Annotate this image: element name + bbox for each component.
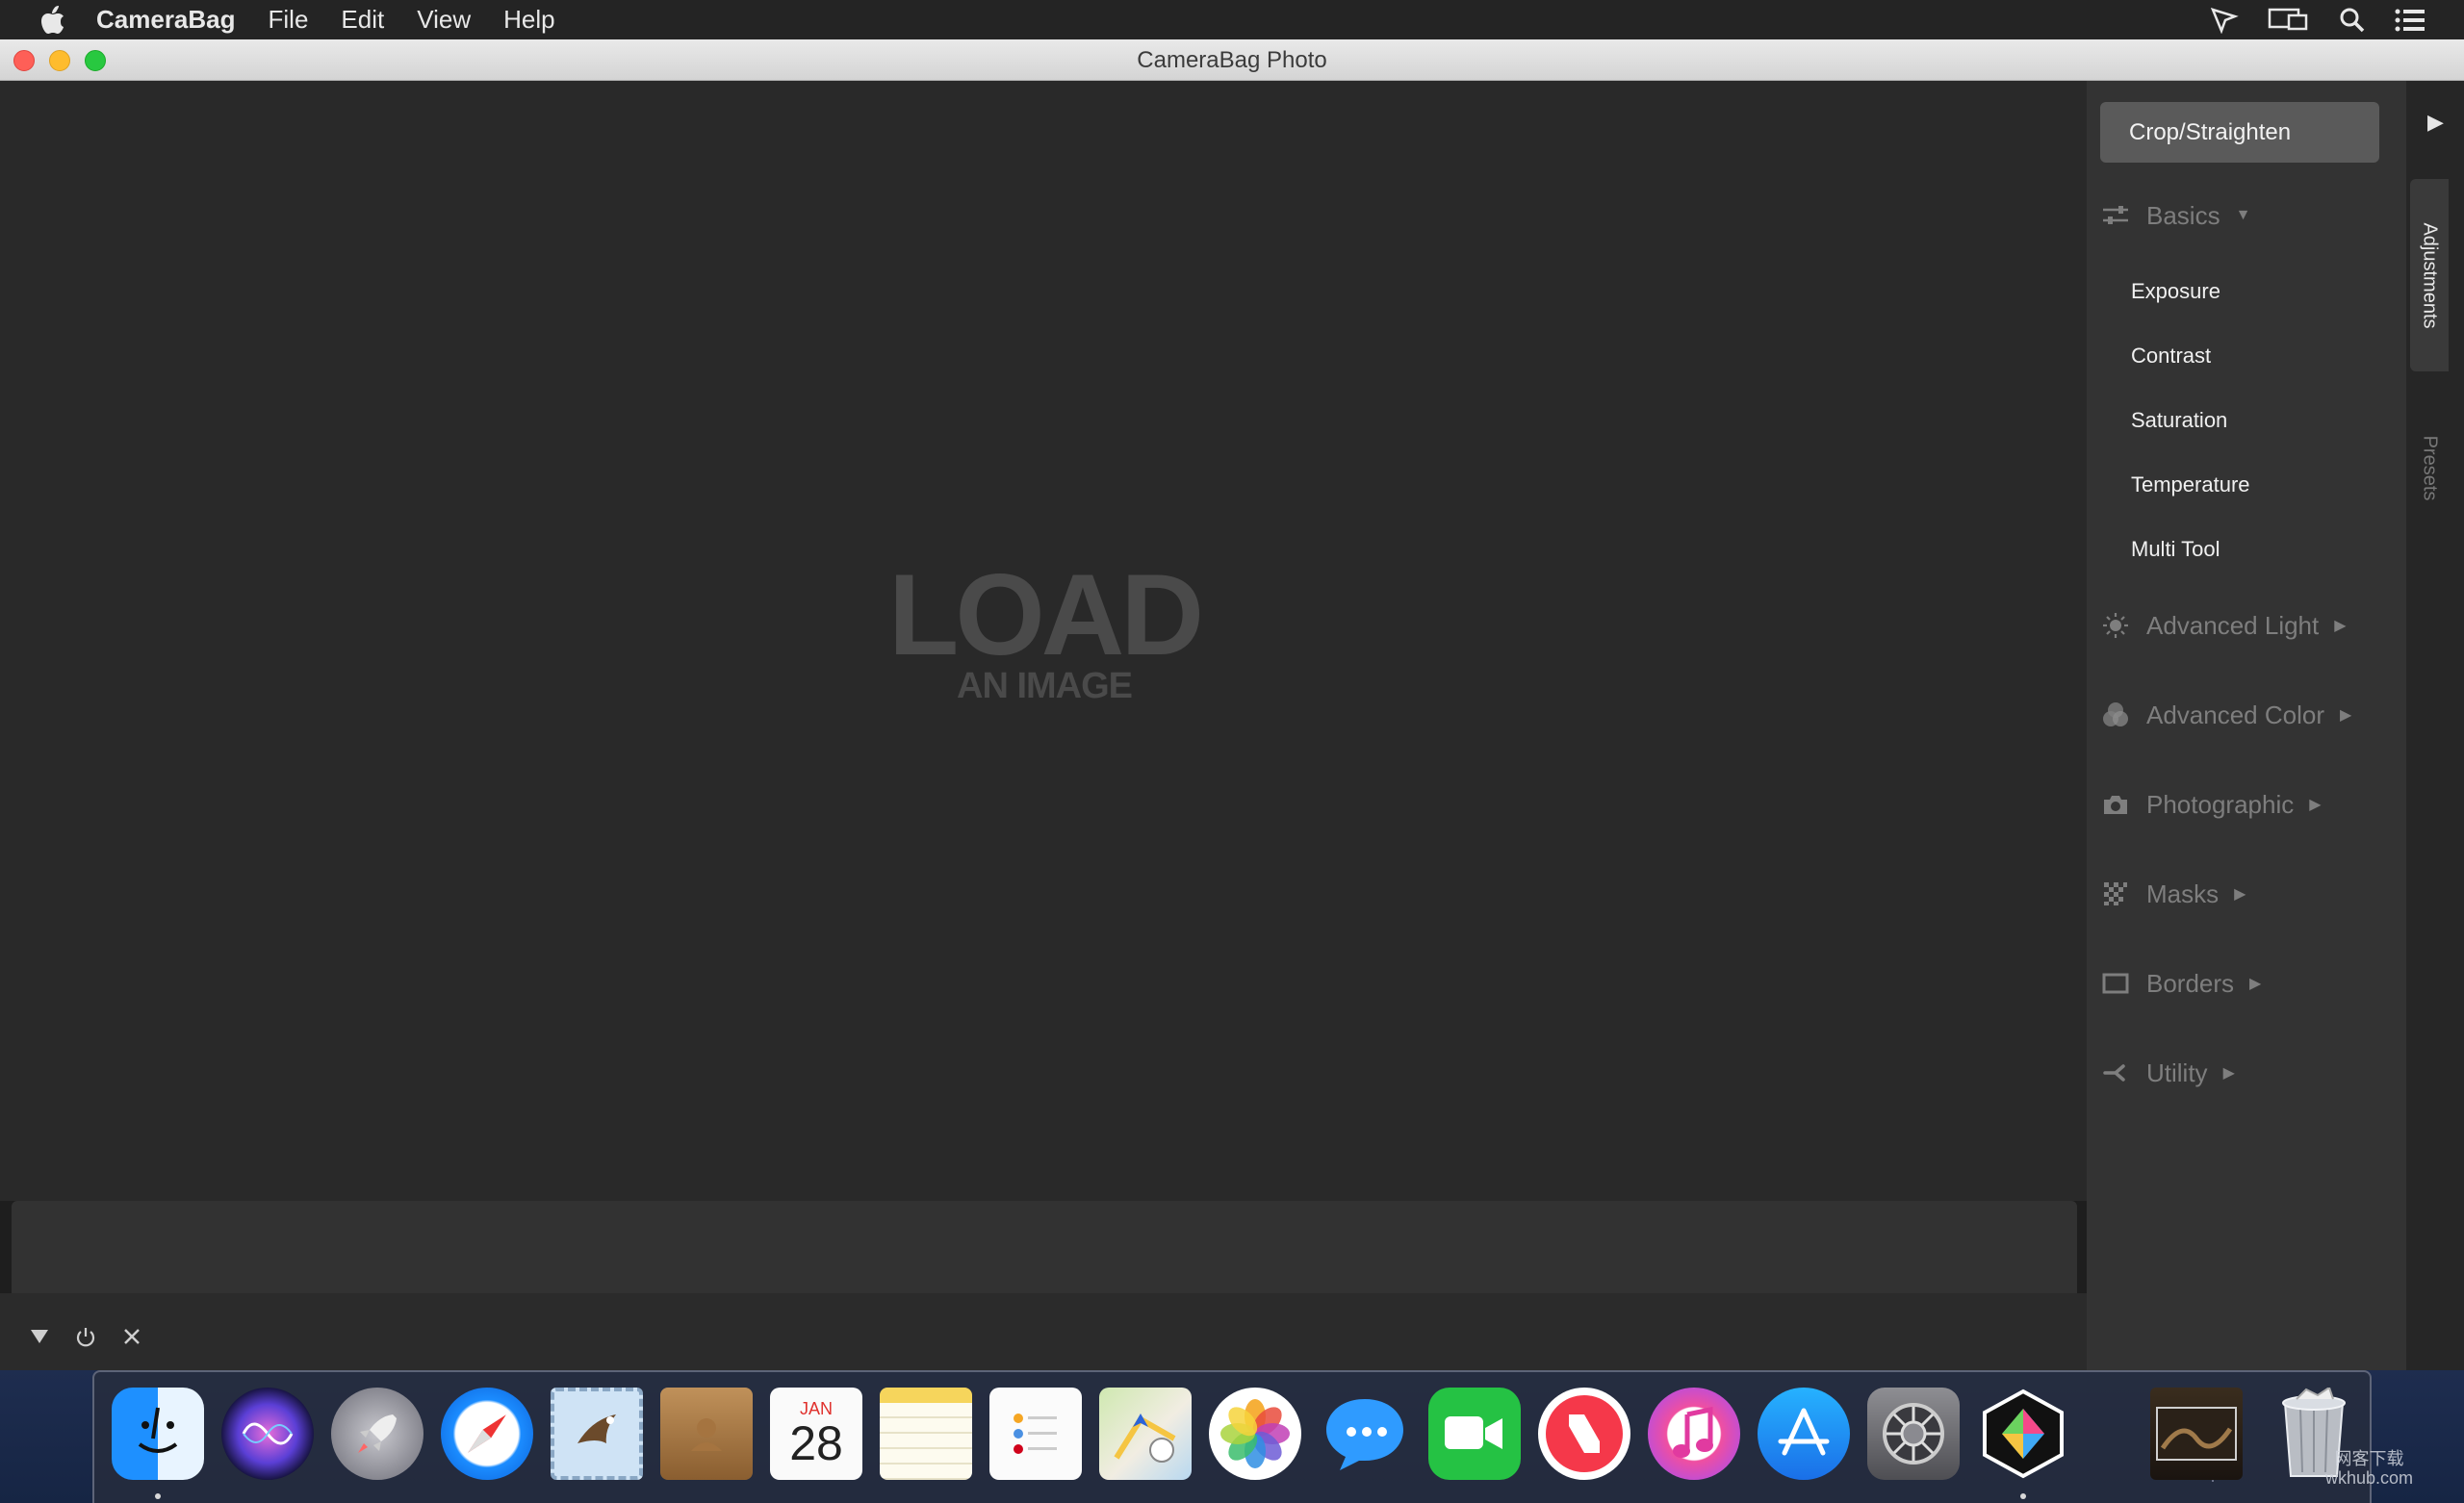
tab-presets[interactable]: Presets xyxy=(2410,400,2449,535)
system-preferences-gear-icon[interactable] xyxy=(1867,1388,1960,1480)
mail-stamp-icon[interactable] xyxy=(551,1388,643,1480)
menu-view[interactable]: View xyxy=(417,5,471,35)
filmstrip[interactable] xyxy=(12,1201,2077,1293)
section-photographic-label: Photographic xyxy=(2146,789,2295,819)
section-borders-label: Borders xyxy=(2146,968,2235,998)
side-tabs: ▶ Adjustments Presets xyxy=(2406,81,2464,1370)
chevron-right-icon: ▶ xyxy=(2222,1065,2235,1082)
camerabag-app-icon[interactable] xyxy=(1977,1388,2069,1480)
window-title: CameraBag Photo xyxy=(1137,47,1327,73)
load-text: LOAD xyxy=(888,550,1204,679)
basics-item-temperature[interactable]: Temperature xyxy=(2131,472,2250,497)
reminders-list-icon[interactable] xyxy=(989,1388,1082,1480)
basics-item-multi-tool[interactable]: Multi Tool xyxy=(2131,537,2220,562)
crop-straighten-button[interactable]: Crop/Straighten xyxy=(2100,102,2379,163)
window-title-bar[interactable]: CameraBag Photo xyxy=(0,39,2464,81)
border-frame-icon xyxy=(2102,970,2129,997)
camerabag-running-dot xyxy=(2020,1493,2026,1499)
chevron-right-icon: ▶ xyxy=(2309,797,2322,813)
image-canvas[interactable]: LOAD AN IMAGE xyxy=(0,81,2087,1201)
menu-file[interactable]: File xyxy=(269,5,309,35)
notes-icon[interactable] xyxy=(880,1388,972,1480)
tab-adjustments-label: Adjustments xyxy=(2419,221,2441,329)
chevron-right-icon: ▶ xyxy=(2234,886,2246,903)
section-advanced-color-label: Advanced Color xyxy=(2146,700,2324,729)
downloads-stack-icon[interactable] xyxy=(2150,1388,2243,1480)
camera-icon xyxy=(2102,791,2129,818)
launchpad-rocket-icon[interactable] xyxy=(331,1388,424,1480)
basics-item-exposure[interactable]: Exposure xyxy=(2131,279,2220,304)
sliders-icon xyxy=(2102,202,2129,229)
notification-center-icon[interactable] xyxy=(2395,8,2426,33)
calendar-icon[interactable]: JAN 28 xyxy=(770,1388,862,1480)
section-basics[interactable]: Basics ▼ xyxy=(2102,194,2250,237)
collapse-triangle-icon[interactable] xyxy=(27,1324,52,1349)
menu-edit[interactable]: Edit xyxy=(341,5,384,35)
chevron-right-icon: ▶ xyxy=(2249,976,2262,992)
adjustments-panel: Crop/Straighten Basics ▼ Exposure Contra… xyxy=(2087,81,2406,1370)
calendar-day: 28 xyxy=(789,1416,843,1470)
load-image-prompt[interactable]: LOAD AN IMAGE xyxy=(886,550,1204,704)
color-circles-icon xyxy=(2102,701,2129,728)
section-advanced-light[interactable]: Advanced Light ▶ xyxy=(2102,604,2347,647)
menu-bar: CameraBag File Edit View Help xyxy=(0,0,2464,39)
section-masks-label: Masks xyxy=(2146,879,2220,908)
facetime-video-icon[interactable] xyxy=(1428,1388,1521,1480)
section-basics-label: Basics xyxy=(2146,200,2220,230)
apple-menu-icon[interactable] xyxy=(31,0,75,39)
filmstrip-controls xyxy=(0,1293,2087,1370)
safari-compass-icon[interactable] xyxy=(441,1388,533,1480)
app-store-icon[interactable] xyxy=(1758,1388,1850,1480)
section-advanced-light-label: Advanced Light xyxy=(2146,610,2320,640)
chevron-right-icon: ▶ xyxy=(2334,618,2347,634)
calendar-month: JAN xyxy=(799,1399,833,1418)
basics-item-contrast[interactable]: Contrast xyxy=(2131,344,2211,369)
dock: JAN 28 xyxy=(92,1370,2372,1503)
menu-app-name[interactable]: CameraBag xyxy=(96,5,236,35)
watermark-line-1: 网客下载 xyxy=(2334,1449,2404,1468)
chevron-right-icon: ▶ xyxy=(2340,707,2352,724)
utility-fork-icon xyxy=(2102,1059,2129,1086)
close-icon[interactable] xyxy=(119,1324,144,1349)
messages-bubble-icon[interactable] xyxy=(1319,1388,1411,1480)
section-photographic[interactable]: Photographic ▶ xyxy=(2102,783,2322,826)
menu-help[interactable]: Help xyxy=(503,5,554,35)
power-icon[interactable] xyxy=(73,1324,98,1349)
section-borders[interactable]: Borders ▶ xyxy=(2102,962,2261,1005)
panel-toggle-play-icon[interactable]: ▶ xyxy=(2427,110,2444,135)
watermark: 网客下载 wkhub.com xyxy=(2325,1449,2413,1488)
section-masks[interactable]: Masks ▶ xyxy=(2102,873,2246,915)
siri-icon[interactable] xyxy=(221,1388,314,1480)
maps-icon[interactable] xyxy=(1099,1388,1192,1480)
sun-icon xyxy=(2102,612,2129,639)
tab-presets-label: Presets xyxy=(2419,435,2441,500)
watermark-line-2: wkhub.com xyxy=(2325,1468,2414,1488)
photos-pinwheel-icon[interactable] xyxy=(1209,1388,1301,1480)
section-utility[interactable]: Utility ▶ xyxy=(2102,1052,2235,1094)
itunes-music-note-icon[interactable] xyxy=(1648,1388,1740,1480)
finder-icon[interactable] xyxy=(112,1388,204,1480)
section-advanced-color[interactable]: Advanced Color ▶ xyxy=(2102,694,2351,736)
spotlight-search-icon[interactable] xyxy=(2339,7,2366,34)
screen-mirroring-icon[interactable] xyxy=(2268,7,2310,34)
chevron-down-icon: ▼ xyxy=(2235,207,2251,223)
cursor-share-icon[interactable] xyxy=(2210,7,2239,34)
mask-pattern-icon xyxy=(2102,880,2129,907)
finder-running-dot xyxy=(155,1493,161,1499)
tab-adjustments[interactable]: Adjustments xyxy=(2410,179,2449,371)
contacts-book-icon[interactable] xyxy=(660,1388,753,1480)
section-utility-label: Utility xyxy=(2146,1057,2208,1087)
basics-item-saturation[interactable]: Saturation xyxy=(2131,408,2227,433)
news-icon[interactable] xyxy=(1538,1388,1630,1480)
